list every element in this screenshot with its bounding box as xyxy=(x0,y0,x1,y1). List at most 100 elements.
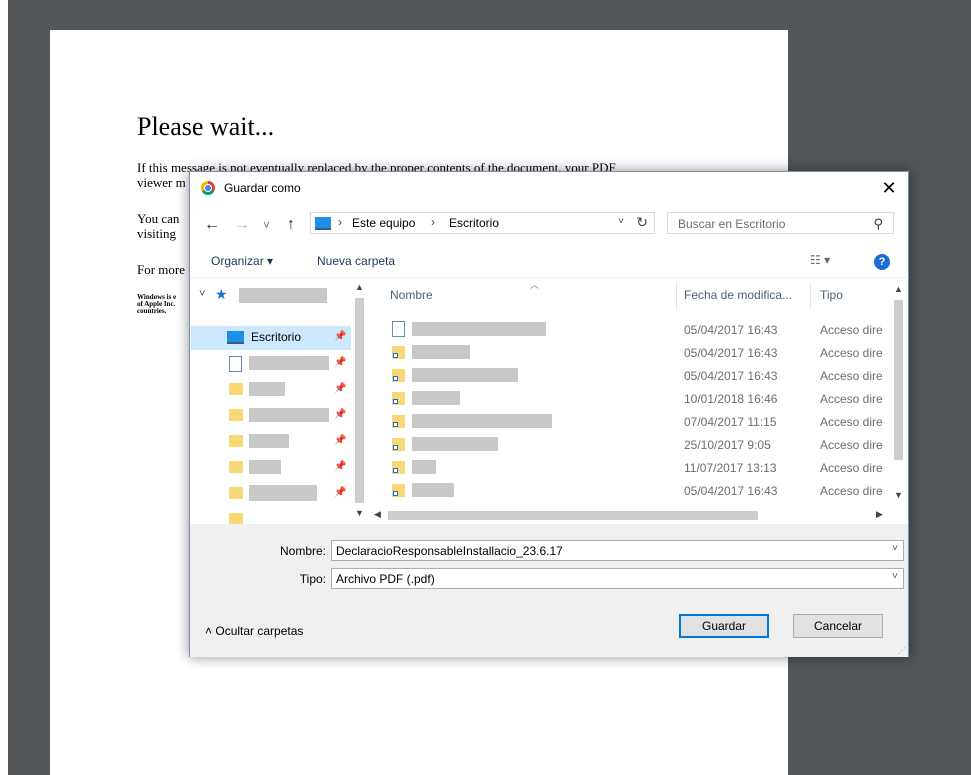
up-arrow-icon[interactable]: ↑ xyxy=(287,216,295,234)
breadcrumb-este-equipo[interactable]: Este equipo xyxy=(352,216,415,230)
chevron-down-icon[interactable]: ˅ xyxy=(892,543,898,554)
dialog-titlebar[interactable]: Guardar como ✕ xyxy=(190,172,908,204)
file-date: 11/07/2017 13:13 xyxy=(684,461,777,475)
pdf-line-3: You can xyxy=(137,211,180,226)
redacted-filename xyxy=(412,322,546,336)
pin-icon: 📌 xyxy=(334,357,347,368)
scroll-down-icon[interactable]: ▼ xyxy=(355,508,364,518)
address-bar[interactable]: › Este equipo › Escritorio ˅ ↻ xyxy=(310,212,655,234)
filename-value: DeclaracioResponsableInstallacio_23.6.17 xyxy=(336,544,563,558)
scroll-left-icon[interactable]: ◀ xyxy=(374,509,381,520)
help-icon[interactable]: ? xyxy=(874,254,890,270)
column-header-type[interactable]: Tipo xyxy=(820,288,843,302)
filename-label: Nombre: xyxy=(279,544,326,558)
file-date: 10/01/2018 16:46 xyxy=(684,392,778,406)
file-list: ︿ Nombre Fecha de modifica... Tipo 05/04… xyxy=(370,278,908,524)
left-margin xyxy=(0,0,8,775)
column-separator[interactable] xyxy=(676,282,677,310)
sidebar-item[interactable]: 📌 xyxy=(191,430,351,454)
hide-folders-label: Ocultar carpetas xyxy=(215,624,304,638)
scroll-down-icon[interactable]: ▼ xyxy=(894,490,903,500)
folder-shortcut-icon xyxy=(392,346,405,359)
recent-locations-icon[interactable]: ˅ xyxy=(263,216,270,234)
hide-folders-button[interactable]: ˄ Ocultar carpetas xyxy=(205,624,303,638)
redacted-label xyxy=(249,408,329,422)
resize-grip-icon[interactable]: ⋰ xyxy=(898,646,906,655)
sidebar-item[interactable]: 📌 xyxy=(191,404,351,428)
breadcrumb-escritorio[interactable]: Escritorio xyxy=(449,216,499,230)
search-icon: ⚲ xyxy=(873,216,883,231)
file-row[interactable]: 05/04/2017 16:43 Acceso dire xyxy=(370,319,890,342)
folder-icon xyxy=(229,409,243,421)
file-row[interactable]: 25/10/2017 9:05 Acceso dire xyxy=(370,434,890,457)
scroll-thumb[interactable] xyxy=(894,300,903,460)
view-options-icon[interactable]: ☷ ▾ xyxy=(810,253,830,267)
pin-icon: 📌 xyxy=(334,383,347,394)
column-separator[interactable] xyxy=(810,282,811,310)
scroll-right-icon[interactable]: ▶ xyxy=(876,509,883,520)
filetype-value: Archivo PDF (.pdf) xyxy=(336,572,435,586)
column-header-date[interactable]: Fecha de modifica... xyxy=(684,288,792,302)
scroll-up-icon[interactable]: ▲ xyxy=(355,282,364,292)
scroll-thumb[interactable] xyxy=(388,511,758,520)
chevron-down-icon[interactable]: ˅ xyxy=(618,216,624,227)
sidebar-item[interactable]: 📌 xyxy=(191,378,351,402)
file-type: Acceso dire xyxy=(820,346,883,360)
organize-button[interactable]: Organizar ▾ xyxy=(211,254,273,268)
file-date: 05/04/2017 16:43 xyxy=(684,323,778,337)
redacted-filename xyxy=(412,483,454,497)
search-input[interactable]: Buscar en Escritorio ⚲ xyxy=(667,212,894,234)
back-arrow-icon[interactable]: ← xyxy=(204,216,220,234)
file-date: 07/04/2017 11:15 xyxy=(684,415,777,429)
redacted-filename xyxy=(412,414,552,428)
redacted-label xyxy=(249,460,281,474)
filename-field[interactable]: DeclaracioResponsableInstallacio_23.6.17… xyxy=(331,540,904,561)
file-row[interactable]: 05/04/2017 16:43 Acceso dire xyxy=(370,342,890,365)
sort-ascending-icon: ︿ xyxy=(530,280,540,290)
file-list-vertical-scrollbar[interactable]: ▲ ▼ xyxy=(890,278,907,507)
new-folder-button[interactable]: Nueva carpeta xyxy=(317,254,395,268)
redacted-label xyxy=(249,382,285,396)
file-row[interactable]: 10/01/2018 16:46 Acceso dire xyxy=(370,388,890,411)
folder-icon xyxy=(229,383,243,395)
file-row[interactable]: 07/04/2017 11:15 Acceso dire xyxy=(370,411,890,434)
file-row[interactable]: 05/04/2017 16:43 Acceso dire xyxy=(370,480,890,503)
file-type: Acceso dire xyxy=(820,438,883,452)
sidebar-item[interactable]: 📌 xyxy=(191,456,351,480)
nav-pane-scrollbar[interactable]: ▲ ▼ xyxy=(351,278,368,524)
dialog-title: Guardar como xyxy=(224,181,301,195)
sidebar-item[interactable]: 📌 xyxy=(191,482,351,506)
file-row[interactable]: 11/07/2017 13:13 Acceso dire xyxy=(370,457,890,480)
scroll-thumb[interactable] xyxy=(355,298,364,503)
sidebar-item-escritorio[interactable]: Escritorio 📌 xyxy=(191,326,351,350)
file-row[interactable]: 05/04/2017 16:43 Acceso dire xyxy=(370,365,890,388)
quick-access-item[interactable]: ˅ ★ xyxy=(191,286,351,310)
forward-arrow-icon[interactable]: → xyxy=(234,216,250,234)
close-button[interactable]: ✕ xyxy=(876,176,902,200)
file-type: Acceso dire xyxy=(820,461,883,475)
filetype-select[interactable]: Archivo PDF (.pdf) ˅ xyxy=(331,568,904,589)
expand-chevron-icon[interactable]: ˅ xyxy=(199,288,205,300)
refresh-icon[interactable]: ↻ xyxy=(636,214,648,231)
folder-icon xyxy=(229,487,243,499)
scroll-up-icon[interactable]: ▲ xyxy=(894,284,903,294)
pdf-line-5: For more xyxy=(137,262,186,277)
pin-icon: 📌 xyxy=(334,461,347,472)
redacted-filename xyxy=(412,345,470,359)
document-shortcut-icon xyxy=(392,321,405,337)
pdf-line-4: visiting xyxy=(137,226,177,241)
pin-icon: 📌 xyxy=(334,331,347,342)
save-button[interactable]: Guardar xyxy=(679,614,769,638)
cancel-button[interactable]: Cancelar xyxy=(793,614,883,638)
chevron-down-icon[interactable]: ˅ xyxy=(892,571,898,582)
filetype-label: Tipo: xyxy=(299,572,326,586)
desktop-icon xyxy=(227,331,244,344)
sidebar-item[interactable]: 📌 xyxy=(191,352,351,376)
pin-icon: 📌 xyxy=(334,435,347,446)
file-list-horizontal-scrollbar[interactable]: ◀ ▶ xyxy=(370,507,890,524)
sidebar-item[interactable] xyxy=(191,508,351,524)
dialog-toolbar: Organizar ▾ Nueva carpeta ☷ ▾ ? xyxy=(190,248,908,276)
navigation-pane: ˅ ★ Escritorio 📌 📌 📌 📌 📌 📌 📌 xyxy=(191,278,367,524)
column-header-name[interactable]: Nombre xyxy=(390,288,433,302)
file-date: 05/04/2017 16:43 xyxy=(684,369,778,383)
